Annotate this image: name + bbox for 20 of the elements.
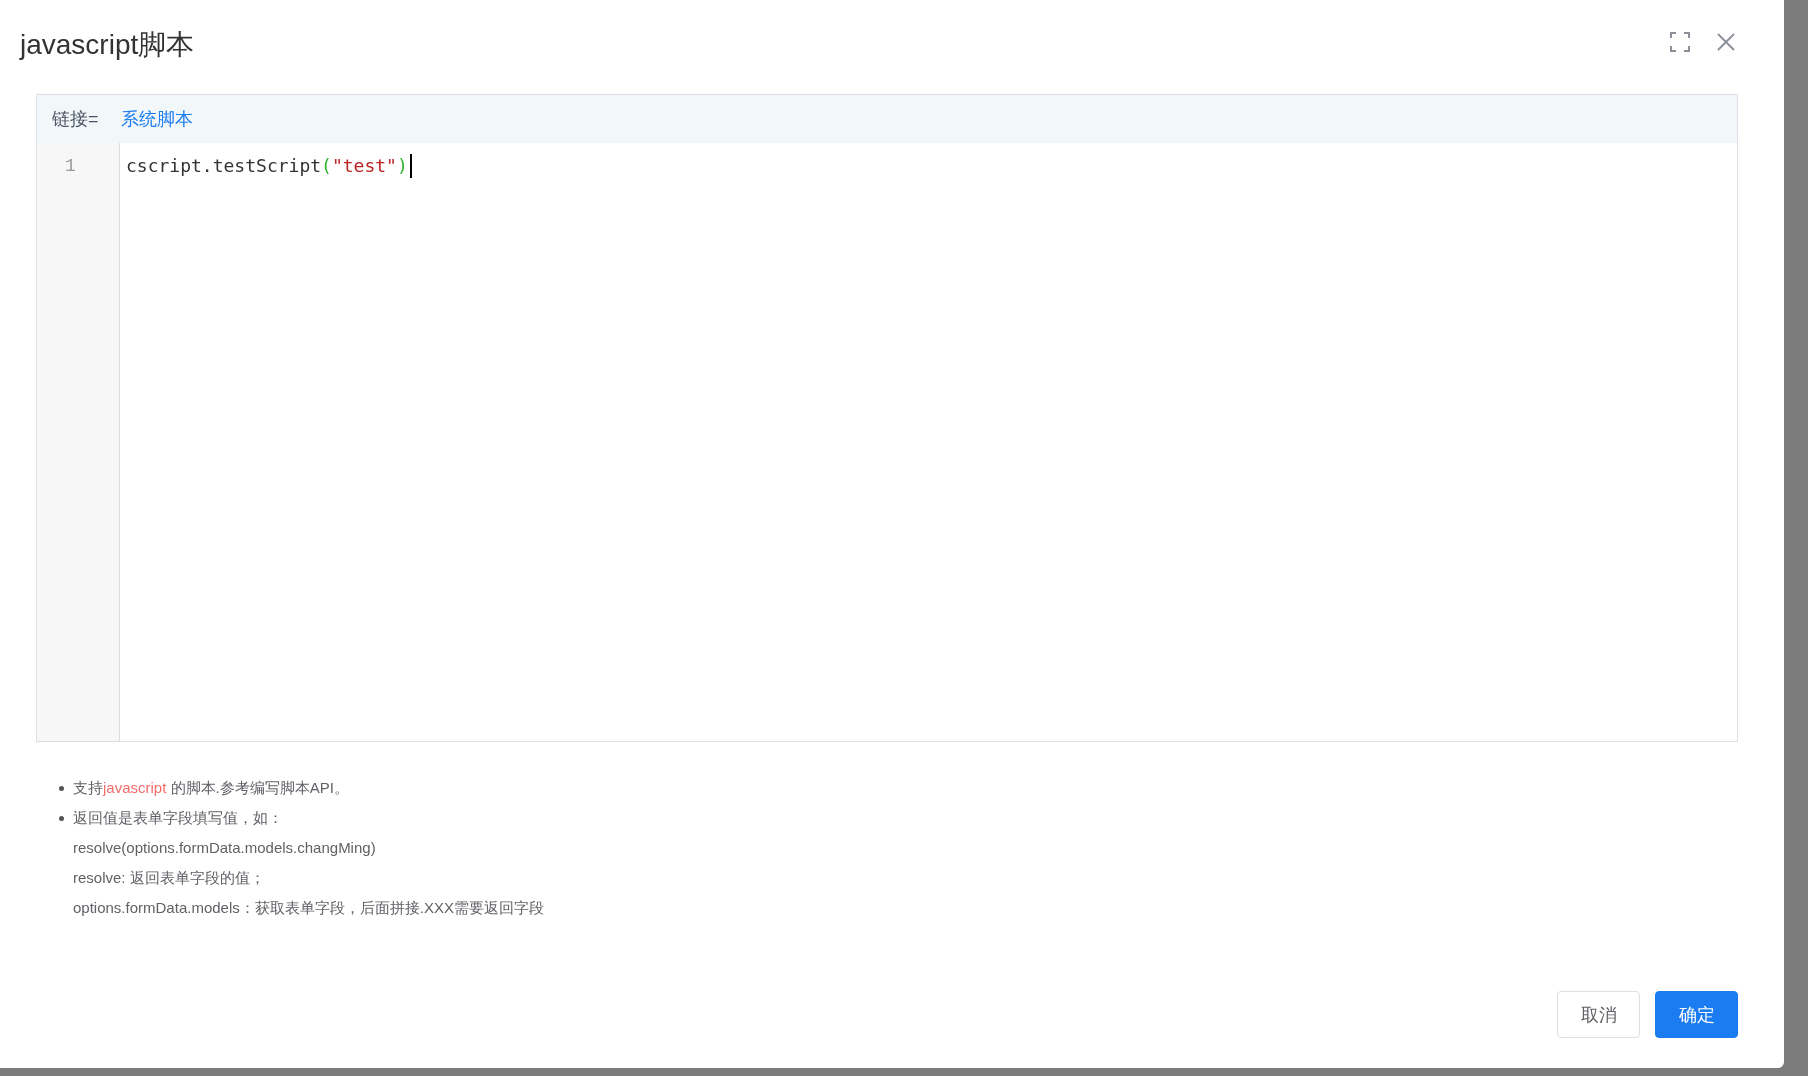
line-number: 1 — [64, 155, 77, 178]
code-editor[interactable]: 链接= 系统脚本 1 cscript.testScript("test") — [36, 94, 1738, 742]
bullet-icon — [59, 816, 64, 821]
code-token: "test" — [331, 154, 397, 178]
note-text: 支持javascript 的脚本.参考编写脚本API。 — [73, 778, 349, 798]
note-text: resolve(options.formData.models.changMing) — [73, 838, 376, 858]
code-token: cscript.testScript — [126, 154, 322, 178]
cancel-button[interactable]: 取消 — [1557, 991, 1640, 1038]
fullscreen-icon[interactable] — [1668, 30, 1692, 54]
code-token: ) — [396, 154, 408, 178]
note-text: 返回值是表单字段填写值，如： — [73, 808, 283, 828]
text-cursor — [409, 154, 412, 178]
bullet-icon — [59, 786, 64, 791]
script-link[interactable]: 系统脚本 — [120, 107, 193, 131]
editor-label: 链接= — [52, 108, 99, 131]
note-text: options.formData.models：获取表单字段，后面拼接.XXX需要返回字段 — [73, 898, 544, 918]
dialog-title: javascript脚本 — [20, 28, 196, 62]
code-token: ( — [321, 154, 332, 178]
note-text: resolve: 返回表单字段的值； — [73, 868, 265, 888]
confirm-button[interactable]: 确定 — [1655, 991, 1738, 1038]
